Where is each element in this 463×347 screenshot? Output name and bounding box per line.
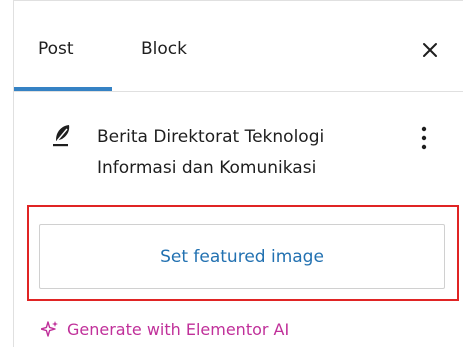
feather-icon xyxy=(52,124,74,148)
sparkle-icon xyxy=(41,321,58,337)
settings-sidebar: Post Block Berita Direktorat Teknologi I… xyxy=(13,0,463,347)
more-options-button[interactable] xyxy=(412,123,436,155)
generate-ai-label: Generate with Elementor AI xyxy=(67,319,290,339)
tab-block[interactable]: Block xyxy=(141,39,187,59)
close-icon xyxy=(423,43,437,57)
tab-post[interactable]: Post xyxy=(38,39,74,59)
sidebar-tabs: Post Block xyxy=(14,1,463,92)
post-title: Berita Direktorat Teknologi Informasi da… xyxy=(97,127,325,178)
close-sidebar-button[interactable] xyxy=(417,37,443,63)
more-vertical-icon xyxy=(421,126,427,150)
generate-ai-link[interactable]: Generate with Elementor AI xyxy=(41,317,289,341)
active-tab-indicator xyxy=(14,87,112,91)
set-featured-image-button[interactable]: Set featured image xyxy=(39,224,445,289)
